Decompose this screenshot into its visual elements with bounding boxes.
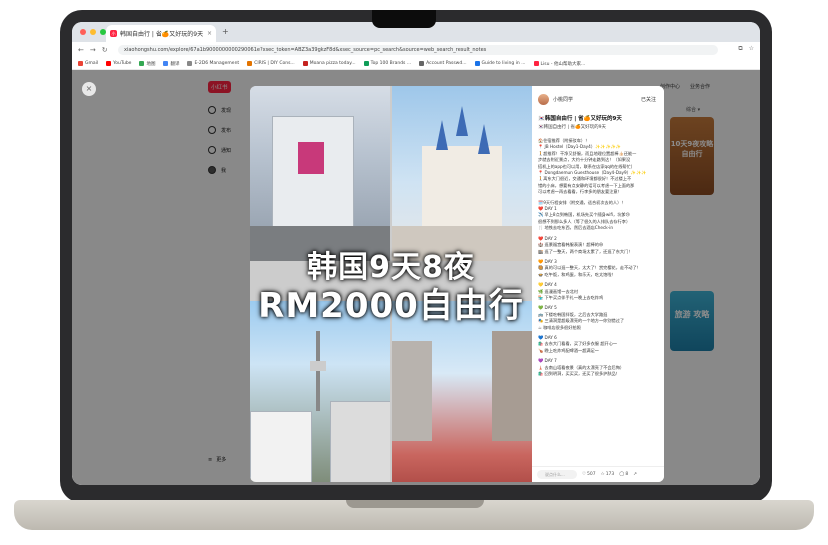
bookmark-item[interactable]: Account Passwd... — [419, 61, 467, 66]
photo-castle — [392, 86, 532, 261]
post-content-line: ☕ 咖啡店很多很好拍照 — [538, 324, 581, 330]
tab-title: 韩国自由行 | 省🍊又好玩的9天 — [120, 31, 204, 38]
note-detail-panel: 小桃同学 已关注 🇰🇷韩国自由行 | 省🍊又好玩的9天 🇰🇷韩国自由行 | 省🍊… — [532, 86, 664, 482]
reload-icon[interactable]: ↻ — [102, 46, 108, 54]
post-content-line: 可以考虑～再去看看，行李多的朋友要注意！ — [538, 189, 622, 195]
bookmark-item[interactable]: E-2D6 Management — [187, 61, 239, 66]
post-content-line: 🥘 真的可以逛一整天，太大了！赏完樱花，走不动了！ — [538, 265, 641, 271]
laptop-lip — [346, 500, 484, 508]
close-tab-icon[interactable]: × — [207, 30, 212, 37]
laptop-bezel: 小 韩国自由行 | 省🍊又好玩的9天 × + ← → ↻ xiaohongshu… — [60, 10, 772, 503]
bookmark-item[interactable]: Lisu - 他山帮助大家... — [533, 61, 585, 67]
engagement-bar: 说点什么... ♡ 507 ☆ 173 ◯ 8 ↗ — [532, 466, 664, 482]
xiaohongshu-page: 小红书 发现 发布 通知 我 ≡ 更多 创作中心 业务合作 综合 ▾ 10天9夜攻… — [72, 70, 760, 485]
bookmark-item[interactable]: Guide to living in ... — [474, 61, 526, 66]
bookmarks-bar: Gmail YouTube 地图 翻译 E-2D6 Management CIR… — [72, 58, 760, 70]
comment-icon: ◯ — [619, 472, 625, 477]
xiaohongshu-favicon-icon: 小 — [110, 30, 117, 37]
image-headline-line2: RM2000自由行 — [258, 286, 524, 326]
share-icon[interactable]: ↗ — [633, 472, 637, 477]
post-image-collage[interactable]: 韩国9天8夜 RM2000自由行 — [250, 86, 532, 482]
author-avatar[interactable] — [538, 94, 549, 105]
bookmark-item[interactable]: Top 100 Brands ... — [363, 61, 411, 66]
post-content-line: 🍲 吃午饭，和鸡蛋，和乐天，吃太饱啦！ — [538, 271, 616, 277]
author-info[interactable]: 小桃同学 — [538, 94, 573, 105]
like-button[interactable]: ♡ 507 — [582, 472, 596, 477]
comment-input[interactable]: 说点什么... — [537, 470, 577, 479]
photo-namsan-tower — [250, 301, 390, 482]
bookmark-item[interactable]: Moana pizza today... — [302, 61, 356, 66]
post-content-line: 🏪 下午买点伴手礼～晚上去吃炸鸡 — [538, 294, 604, 300]
new-tab-icon[interactable]: + — [222, 27, 229, 36]
post-content-line: 🏬 逛了一整天，两个商场太累了，还逛了东大门！ — [538, 248, 633, 254]
bookmark-item[interactable]: YouTube — [106, 61, 131, 66]
post-content-line: 🛍️ 回到明洞，买买买，还买了很多护肤品！ — [538, 371, 620, 376]
post-title: 🇰🇷韩国自由行 | 省🍊又好玩的9天 — [538, 116, 622, 122]
bookmark-item[interactable]: Gmail — [78, 61, 98, 66]
photo-street-market — [392, 301, 532, 482]
post-content: 🏠住宿推荐（附接驳车）！ 📍 JB Hostel（Day1-Day4）✨✨✨✨✨ 🚶… — [538, 138, 658, 456]
screen: 小 韩国自由行 | 省🍊又好玩的9天 × + ← → ↻ xiaohongshu… — [72, 22, 760, 485]
photo-street-building — [250, 86, 390, 261]
post-content-line: 🍗 晚上吃炸鸡配啤酒～超满足～ — [538, 347, 599, 353]
comment-button[interactable]: ◯ 8 — [619, 472, 628, 477]
camera-notch — [372, 10, 436, 28]
follow-button[interactable]: 已关注 — [641, 96, 656, 103]
back-icon[interactable]: ← — [78, 46, 84, 54]
heart-icon: ♡ — [582, 472, 587, 477]
star-icon: ☆ — [600, 472, 605, 477]
bookmark-star-icon[interactable]: ☆ — [749, 45, 754, 53]
window-controls[interactable] — [80, 29, 106, 35]
collect-button[interactable]: ☆ 173 — [601, 472, 615, 477]
post-content-line: 🍴 地铁去吃东西，然后去酒店Check-in — [538, 225, 614, 231]
bookmark-item[interactable]: 地图 — [139, 61, 155, 67]
extensions-icon[interactable]: ⧉ — [738, 45, 742, 53]
browser-tab[interactable]: 小 韩国自由行 | 省🍊又好玩的9天 × — [106, 25, 216, 42]
minimize-window-icon[interactable] — [90, 29, 96, 35]
bookmark-item[interactable]: CIRIS | DIY Cons... — [247, 61, 295, 66]
close-window-icon[interactable] — [80, 29, 86, 35]
close-modal-icon[interactable]: × — [82, 82, 96, 96]
note-modal: 韩国9天8夜 RM2000自由行 小桃同学 已关注 🇰🇷韩国自由行 | 省🍊又好… — [250, 86, 664, 482]
author-name[interactable]: 小桃同学 — [553, 96, 573, 103]
forward-icon[interactable]: → — [90, 46, 96, 54]
bookmark-item[interactable]: 翻译 — [163, 61, 179, 67]
address-bar-row: ← → ↻ xiaohongshu.com/explore/67a1b90000… — [72, 42, 760, 59]
url-input[interactable]: xiaohongshu.com/explore/67a1b90000000002… — [118, 45, 718, 55]
post-subtitle: 🇰🇷韩国自由行 | 省🍊又好玩的9天 — [538, 125, 606, 130]
